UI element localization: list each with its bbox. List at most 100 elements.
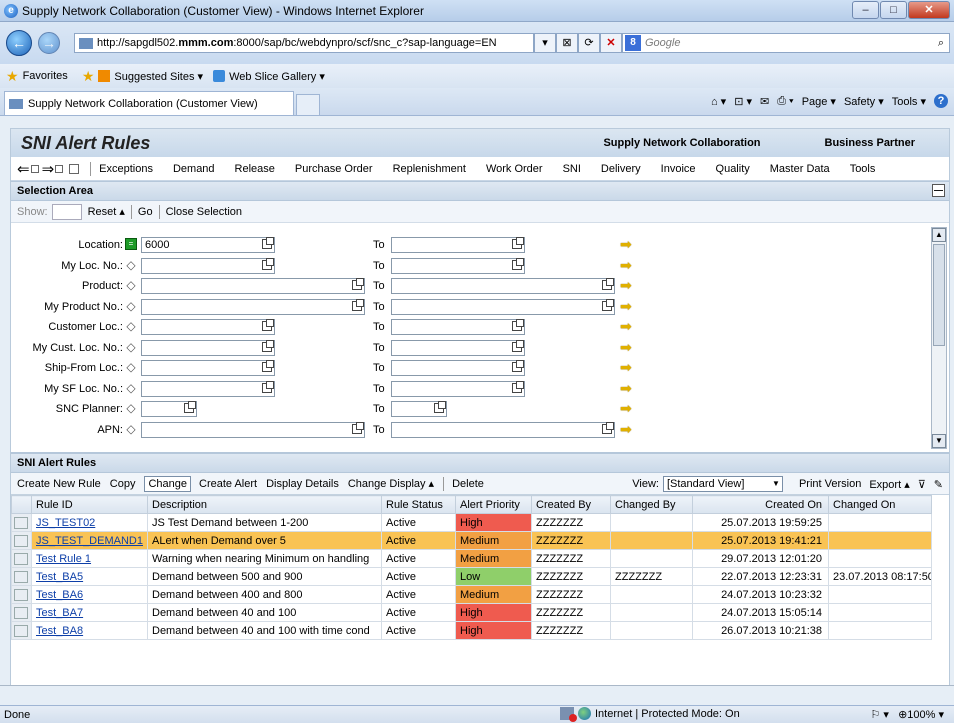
scroll-up-icon[interactable]: ▲ [932,228,946,242]
multiple-selection-arrow-icon[interactable]: ➡ [620,237,632,251]
field-to-input[interactable] [391,298,615,315]
value-help-icon[interactable] [352,278,364,290]
forward-icon[interactable]: → [38,32,60,54]
value-help-icon[interactable] [602,278,614,290]
header-link-business-partner[interactable]: Business Partner [825,137,915,149]
table-row[interactable]: Test_BA8 Demand between 40 and 100 with t… [11,621,932,640]
safety-menu[interactable]: Safety ▾ [844,95,884,108]
copy-button[interactable]: Copy [110,478,136,490]
row-selector-box[interactable] [14,516,28,529]
zoom-control[interactable]: ⚐ ▾ ⊕100% ▾ [870,708,944,721]
value-help-icon[interactable] [262,319,274,331]
home-icon[interactable]: ⌂ ▾ [711,95,726,108]
collapse-icon[interactable]: — [932,184,945,197]
table-row[interactable]: Test_BA7 Demand between 40 and 100 Active H… [11,603,932,622]
rule-id-link[interactable]: Test_BA7 [31,603,148,622]
multiple-selection-arrow-icon[interactable]: ➡ [620,258,632,272]
show-dropdown[interactable] [51,203,82,220]
rule-id-link[interactable]: JS_TEST_DEMAND1 [31,531,148,550]
multiple-selection-arrow-icon[interactable]: ➡ [620,299,632,313]
menu-item-master-data[interactable]: Master Data [770,163,830,175]
menu-item-demand[interactable]: Demand [173,163,215,175]
field-to-input[interactable] [391,339,525,356]
field-to-input[interactable] [391,421,615,438]
search-input[interactable]: 8 Google ⌕ [622,33,950,53]
selection-scrollbar[interactable]: ▲ ▼ [931,227,947,449]
field-from-input[interactable] [141,278,365,294]
operator-diamond-icon[interactable]: ◇ [125,259,137,271]
favorites-star-icon[interactable]: ★ [6,68,19,85]
view-select[interactable]: [Standard View] [662,476,783,492]
value-help-icon[interactable] [434,401,446,413]
scroll-thumb[interactable] [933,244,945,346]
menu-item-tools[interactable]: Tools [850,163,876,175]
create-alert-button[interactable]: Create Alert [199,478,257,490]
select-all-header[interactable] [11,495,32,514]
rule-id-link[interactable]: Test_BA6 [31,585,148,604]
mail-icon[interactable]: ✉ [760,95,769,108]
rule-id-link[interactable]: Test Rule 1 [31,549,148,568]
field-from-input[interactable] [141,360,275,376]
multiple-selection-arrow-icon[interactable]: ➡ [620,401,632,415]
table-row[interactable]: Test Rule 1 Warning when nearing Minimum … [11,549,932,568]
popup-blocked-icon[interactable] [560,707,577,722]
row-selector[interactable] [11,585,32,604]
column-header-created-on[interactable]: Created On [692,495,829,514]
value-help-icon[interactable] [352,421,364,434]
rule-id-link[interactable]: Test_BA5 [31,567,148,586]
security-zone[interactable]: Internet | Protected Mode: On [560,707,740,722]
menu-item-quality[interactable]: Quality [716,163,750,175]
protected-mode-icon[interactable]: ⚐ ▾ [870,709,888,721]
add-favorite-icon[interactable]: ★ [82,68,95,85]
operator-diamond-icon[interactable]: ◇ [125,341,137,353]
field-to-input[interactable] [391,278,615,294]
print-version-button[interactable]: Print Version [799,478,861,490]
page-menu[interactable]: Page ▾ [802,95,836,108]
multiple-selection-arrow-icon[interactable]: ➡ [620,360,632,374]
value-help-icon[interactable] [512,257,524,270]
favorites-button[interactable]: Favorites [23,70,68,82]
back-list-icon[interactable] [30,164,39,173]
row-selector-box[interactable] [14,606,28,619]
menu-item-work-order[interactable]: Work Order [486,163,543,175]
row-selector-box[interactable] [14,552,28,565]
field-to-input[interactable] [391,237,525,253]
field-from-input[interactable] [141,257,275,274]
back-icon[interactable]: ← [6,30,32,56]
feeds-icon[interactable]: ⊡ ▾ [734,95,752,108]
column-header-alert-priority[interactable]: Alert Priority [455,495,532,514]
table-row[interactable]: Test_BA5 Demand between 500 and 900 Active… [11,567,932,586]
reset-button[interactable]: Reset ▴ [88,205,125,218]
create-new-rule-button[interactable]: Create New Rule [17,478,101,490]
value-help-icon[interactable] [262,257,274,270]
menu-item-delivery[interactable]: Delivery [601,163,641,175]
stop-icon[interactable]: ✕ [600,33,622,53]
settings-icon[interactable]: ✎ [934,478,943,491]
row-selector-box[interactable] [14,588,28,601]
field-from-input[interactable] [141,421,365,438]
value-help-icon[interactable] [352,298,364,311]
help-icon[interactable]: ? [934,94,948,108]
tools-menu[interactable]: Tools ▾ [892,95,926,108]
row-selector[interactable] [11,621,32,640]
new-tab-button[interactable] [296,94,320,115]
field-to-input[interactable] [391,360,525,376]
column-header-changed-by[interactable]: Changed By [610,495,693,514]
row-selector[interactable] [11,603,32,622]
row-selector-box[interactable] [14,624,28,637]
dropdown-icon[interactable]: ▾ [534,33,556,53]
operator-diamond-icon[interactable]: ◇ [125,279,137,291]
field-from-input[interactable] [141,319,275,335]
display-details-button[interactable]: Display Details [266,478,339,490]
value-help-icon[interactable] [602,298,614,311]
row-selector-box[interactable] [14,570,28,583]
export-button[interactable]: Export ▴ [869,478,909,491]
table-row[interactable]: JS_TEST_DEMAND1 ALert when Demand over 5A… [11,531,932,550]
value-help-icon[interactable] [512,380,524,393]
field-from-input[interactable]: 6000 [141,237,275,253]
row-selector[interactable] [11,513,32,532]
multiple-selection-arrow-icon[interactable]: ➡ [620,278,632,292]
field-from-input[interactable] [141,339,275,356]
delete-button[interactable]: Delete [452,478,484,490]
table-row[interactable]: JS_TEST02 JS Test Demand between 1-200 Act… [11,513,932,532]
